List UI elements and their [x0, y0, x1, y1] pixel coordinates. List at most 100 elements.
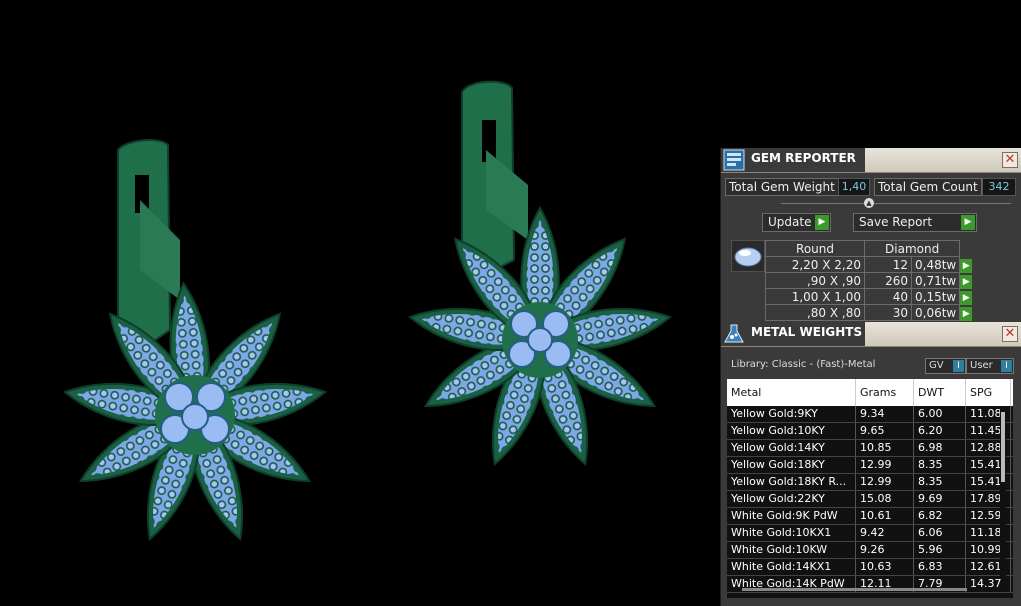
right-earring — [405, 80, 675, 472]
gem-size: 1,00 X 1,00 — [765, 288, 865, 305]
dwt-cell: 6.06 — [914, 525, 966, 541]
grams-cell: 12.99 — [856, 457, 914, 473]
metal-weights-title: METAL WEIGHTS — [751, 325, 863, 339]
dwt-cell: 8.35 — [914, 474, 966, 490]
update-button[interactable]: Update ▶ — [762, 213, 831, 232]
gem-row: 1,00 X 1,00 40 0,15tw ▶ — [765, 288, 981, 305]
user-label: User — [970, 360, 993, 371]
gv-label: GV — [929, 360, 944, 371]
user-toggle[interactable]: User I — [966, 358, 1014, 374]
gem-reporter-close-icon[interactable]: ✕ — [1002, 152, 1018, 168]
select-gem-icon[interactable]: ▶ — [960, 258, 973, 273]
table-row[interactable]: Yellow Gold:9KY 9.34 6.00 11.08 — [727, 406, 1013, 423]
gem-row: ,90 X ,90 260 0,71tw ▶ — [765, 272, 981, 289]
material-header: Diamond — [863, 240, 961, 257]
gem-table: Round Diamond 2,20 X 2,20 12 0,48tw ▶ ,9… — [765, 240, 981, 321]
save-report-label: Save Report — [859, 215, 933, 229]
grams-cell: 15.08 — [856, 491, 914, 507]
gem-weight: 0,06tw — [910, 304, 961, 321]
table-row[interactable]: White Gold:10KX1 9.42 6.06 11.18 — [727, 525, 1013, 542]
shape-header: Round — [765, 240, 865, 257]
metal-weights-close-icon[interactable]: ✕ — [1002, 326, 1018, 342]
grams-cell: 9.26 — [856, 542, 914, 558]
gem-size: 2,20 X 2,20 — [765, 256, 865, 273]
column-header[interactable]: SPG — [966, 379, 1011, 406]
metal-table: Metal Grams DWT SPG Yellow Gold:9KY 9.34 6… — [727, 379, 1013, 598]
gem-count: 40 — [864, 288, 912, 305]
gem-row: 2,20 X 2,20 12 0,48tw ▶ — [765, 256, 981, 273]
dwt-cell: 6.82 — [914, 508, 966, 524]
table-row[interactable]: White Gold:9K PdW 10.61 6.82 12.59 — [727, 508, 1013, 525]
earring-render — [60, 80, 675, 547]
gem-size: ,80 X ,80 — [765, 304, 865, 321]
gem-weight: 0,71tw — [910, 272, 961, 289]
table-row[interactable]: White Gold:14KX1 10.63 6.83 12.61 — [727, 559, 1013, 576]
metal-weights-titlebar[interactable]: METAL WEIGHTS ✕ — [721, 322, 1021, 347]
divider — [781, 203, 1011, 204]
grams-cell: 10.63 — [856, 559, 914, 575]
metal-weights-title-cap: METAL WEIGHTS — [721, 322, 865, 346]
metal-cell: White Gold:10KX1 — [727, 525, 856, 541]
total-gem-count-value: 342 — [982, 178, 1016, 196]
table-row[interactable]: White Gold:10KW 9.26 5.96 10.99 — [727, 542, 1013, 559]
play-icon: ▶ — [961, 215, 975, 230]
metal-cell: Yellow Gold:22KY — [727, 491, 856, 507]
grams-cell: 10.85 — [856, 440, 914, 456]
toggle-icon: I — [953, 360, 964, 372]
metal-cell: Yellow Gold:18KY — [727, 457, 856, 473]
spg-cell: 14.37 — [966, 576, 1011, 592]
select-gem-icon[interactable]: ▶ — [960, 306, 973, 321]
play-icon: ▶ — [815, 215, 829, 230]
table-row[interactable]: Yellow Gold:10KY 9.65 6.20 11.45 — [727, 423, 1013, 440]
gem-row: ,80 X ,80 30 0,06tw ▶ — [765, 304, 981, 321]
grams-cell: 9.34 — [856, 406, 914, 422]
toggle-icon: I — [1001, 360, 1012, 372]
gem-count: 30 — [864, 304, 912, 321]
select-gem-icon[interactable]: ▶ — [960, 290, 973, 305]
gem-size: ,90 X ,90 — [765, 272, 865, 289]
grams-cell: 9.42 — [856, 525, 914, 541]
dwt-cell: 9.69 — [914, 491, 966, 507]
gem-shape-icon — [731, 240, 765, 272]
horizontal-scrollbar[interactable] — [742, 588, 967, 591]
total-gem-weight-value: 1,40 — [838, 178, 870, 196]
metal-table-header: Metal Grams DWT SPG — [727, 379, 1013, 406]
gem-weight: 0,15tw — [910, 288, 961, 305]
table-row[interactable]: Yellow Gold:22KY 15.08 9.69 17.89 — [727, 491, 1013, 508]
dwt-cell: 5.96 — [914, 542, 966, 558]
metal-cell: Yellow Gold:18KY R... — [727, 474, 856, 490]
gem-count: 260 — [864, 272, 912, 289]
collapse-icon[interactable]: ▲ — [864, 198, 874, 208]
left-earring — [60, 138, 330, 547]
column-header[interactable]: Metal — [727, 379, 856, 406]
gem-reporter-panel: GEM REPORTER ✕ Total Gem Weight 1,40 Tot… — [720, 148, 1021, 324]
metal-cell: Yellow Gold:14KY — [727, 440, 856, 456]
column-header[interactable]: DWT — [914, 379, 966, 406]
table-row[interactable]: Yellow Gold:14KY 10.85 6.98 12.88 — [727, 440, 1013, 457]
metal-cell: White Gold:9K PdW — [727, 508, 856, 524]
gem-count: 12 — [864, 256, 912, 273]
save-report-button[interactable]: Save Report ▶ — [853, 213, 977, 232]
dwt-cell: 6.00 — [914, 406, 966, 422]
table-row[interactable]: Yellow Gold:18KY R... 12.99 8.35 15.41 — [727, 474, 1013, 491]
3d-viewport[interactable] — [0, 0, 720, 606]
vertical-scrollbar[interactable] — [1000, 406, 1006, 576]
table-row[interactable]: Yellow Gold:18KY 12.99 8.35 15.41 — [727, 457, 1013, 474]
dwt-cell: 8.35 — [914, 457, 966, 473]
grams-cell: 10.61 — [856, 508, 914, 524]
gem-reporter-titlebar[interactable]: GEM REPORTER ✕ — [721, 148, 1021, 173]
metal-cell: Yellow Gold:9KY — [727, 406, 856, 422]
grams-cell: 9.65 — [856, 423, 914, 439]
gv-toggle[interactable]: GV I — [925, 358, 966, 374]
dwt-cell: 6.83 — [914, 559, 966, 575]
gem-reporter-title: GEM REPORTER — [751, 151, 856, 165]
grams-cell: 12.99 — [856, 474, 914, 490]
dwt-cell: 6.98 — [914, 440, 966, 456]
metal-cell: White Gold:14KX1 — [727, 559, 856, 575]
column-header[interactable]: Grams — [856, 379, 914, 406]
metal-cell: White Gold:10KW — [727, 542, 856, 558]
gem-reporter-title-cap: GEM REPORTER — [721, 148, 865, 172]
select-gem-icon[interactable]: ▶ — [960, 274, 973, 289]
total-gem-count-label: Total Gem Count — [874, 178, 982, 196]
dwt-cell: 6.20 — [914, 423, 966, 439]
